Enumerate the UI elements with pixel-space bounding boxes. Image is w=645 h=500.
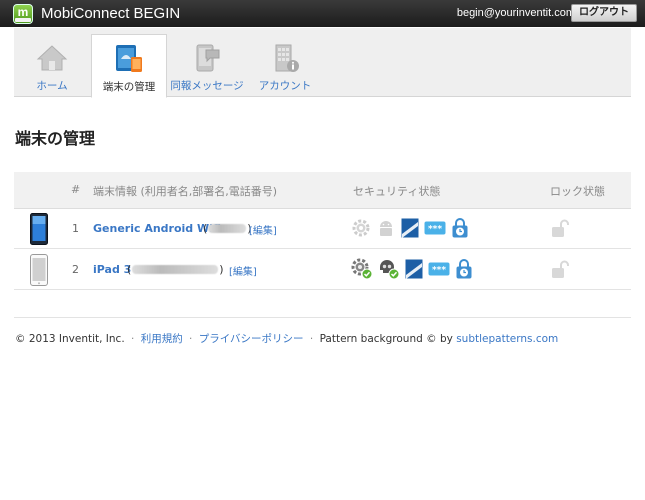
pattern-credit-text: Pattern background © by: [319, 333, 453, 345]
owner-close-paren: ): [219, 263, 224, 276]
row-number: 1: [72, 222, 79, 235]
tab-broadcast-message[interactable]: 同報メッセージ: [169, 34, 245, 97]
account-building-icon: [275, 44, 299, 72]
table-header: # 端末情報 (利用者名,部署名,電話番号) セキュリティ状態 ロック状態: [14, 172, 631, 209]
unlocked-padlock-icon: [552, 219, 569, 237]
footer: © 2013 Inventit, Inc. · 利用規約 · プライバシーポリシ…: [15, 331, 558, 346]
page-title: 端末の管理: [15, 129, 96, 148]
redacted-owner: [208, 224, 247, 233]
subtlepatterns-link[interactable]: subtlepatterns.com: [456, 333, 558, 345]
broadcast-message-icon: [196, 44, 220, 72]
tab-home-label: ホーム: [36, 80, 68, 92]
column-header-security: セキュリティ状態: [353, 185, 441, 198]
copyright-text: © 2013 Inventit, Inc.: [15, 333, 125, 345]
privacy-policy-link[interactable]: プライバシーポリシー: [199, 333, 304, 345]
app-title: MobiConnect BEGIN: [41, 5, 181, 22]
tab-account[interactable]: アカウント: [247, 34, 323, 97]
owner-open-paren: (: [127, 263, 132, 276]
skull-ok-icon: [380, 260, 400, 280]
encryption-icon: [405, 259, 423, 279]
home-icon: [36, 45, 68, 71]
password-icon: ***: [428, 262, 450, 276]
password-icon: ***: [424, 221, 446, 235]
footer-separator: ·: [309, 333, 314, 345]
column-header-device-info: 端末情報 (利用者名,部署名,電話番号): [93, 185, 278, 198]
svg-text:***: ***: [428, 225, 442, 235]
android-robot-icon: [380, 221, 392, 236]
tab-device-management[interactable]: 端末の管理: [91, 34, 167, 98]
column-header-lock: ロック状態: [550, 185, 605, 198]
terms-link[interactable]: 利用規約: [141, 333, 183, 345]
svg-text:***: ***: [432, 266, 446, 276]
row-number: 2: [72, 263, 79, 276]
unlocked-padlock-icon: [552, 260, 569, 278]
security-status-icons: ***: [351, 217, 469, 239]
security-status-icons: ***: [351, 258, 473, 280]
redacted-owner: [132, 265, 219, 274]
encryption-icon: [401, 218, 419, 238]
device-name-link[interactable]: Generic Android Wifi: [93, 222, 221, 235]
owner-open-paren: (: [203, 222, 208, 235]
footer-divider: [14, 317, 631, 318]
owner-info: ( ): [127, 263, 224, 276]
device-name-link[interactable]: iPad 3: [93, 263, 131, 276]
screen-lock-timer-icon: [452, 218, 468, 238]
ipad-icon: [30, 254, 48, 286]
screen-lock-timer-icon: [456, 259, 472, 279]
android-tablet-icon: [30, 213, 48, 245]
column-header-num: #: [71, 183, 81, 196]
gear-ok-icon: [351, 258, 373, 280]
mobiconnect-logo-icon[interactable]: m: [13, 3, 33, 24]
tab-device-management-label: 端末の管理: [102, 81, 156, 93]
device-management-icon: [116, 45, 142, 72]
owner-info: ( ): [203, 222, 252, 235]
user-email: begin@yourinventit.com: [456, 7, 575, 19]
table-row: 2 iPad 3 ( ) [編集] ***: [14, 250, 631, 290]
footer-separator: ·: [131, 333, 135, 345]
tab-broadcast-message-label: 同報メッセージ: [170, 80, 244, 92]
footer-separator: ·: [189, 333, 193, 345]
gear-icon: [352, 219, 370, 237]
tab-account-label: アカウント: [258, 80, 312, 92]
edit-link[interactable]: [編集]: [249, 222, 277, 237]
tab-home[interactable]: ホーム: [14, 34, 90, 97]
logout-button[interactable]: ログアウト: [571, 4, 637, 22]
main-nav: ホーム 端末の管理 同報メッセージ アカウント: [14, 28, 631, 98]
table-row: 1 Generic Android Wifi ( ) [編集] ***: [14, 209, 631, 249]
edit-link[interactable]: [編集]: [229, 263, 257, 278]
